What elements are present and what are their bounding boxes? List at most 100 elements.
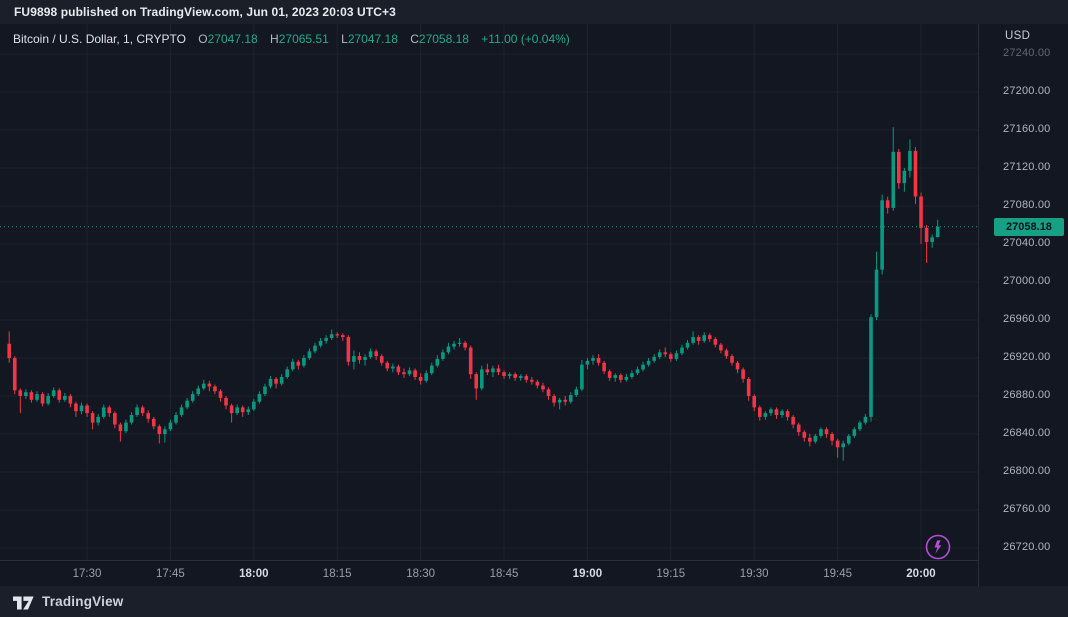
candle-body <box>630 373 634 377</box>
candle-body <box>269 379 273 387</box>
candle-body <box>35 394 39 400</box>
candle-body <box>135 407 139 415</box>
candle-body <box>769 409 773 413</box>
candle-body <box>714 339 718 345</box>
candle-body <box>213 387 217 392</box>
open-value: 27047.18 <box>208 32 258 46</box>
candle-body <box>80 406 84 412</box>
high-label: H <box>270 32 279 46</box>
candle-body <box>57 390 61 400</box>
candle-body <box>313 346 317 352</box>
tradingview-snapshot: { "top_bar": { "text": "FU9898 published… <box>0 0 1068 617</box>
candle-body <box>675 353 679 359</box>
candle-body <box>875 270 879 318</box>
candle-body <box>775 409 779 415</box>
candle-body <box>719 345 723 351</box>
candle-body <box>374 351 378 356</box>
candle-body <box>903 171 907 183</box>
candle-body <box>430 366 434 374</box>
time-axis-label: 17:45 <box>156 561 185 587</box>
candle-body <box>185 401 189 408</box>
candle-body <box>141 407 145 413</box>
candle-body <box>385 363 389 369</box>
candle-body <box>424 373 428 381</box>
candle-body <box>663 352 667 354</box>
time-axis-label: 18:45 <box>490 561 519 587</box>
time-axis-label: 19:30 <box>740 561 769 587</box>
time-axis-label: 19:00 <box>573 561 602 587</box>
candle-body <box>146 413 150 419</box>
publish-info-text: FU9898 published on TradingView.com, Jun… <box>14 5 396 19</box>
time-axis[interactable]: 17:3017:4518:0018:1518:3018:4519:0019:15… <box>0 560 978 586</box>
low-label: L <box>341 32 348 46</box>
candle-body <box>107 407 111 413</box>
candle-body <box>158 426 162 434</box>
candle-body <box>814 436 818 442</box>
price-axis-label: 26880.00 <box>1003 389 1063 401</box>
candle-body <box>741 369 745 379</box>
candle-body <box>658 352 662 357</box>
candle-body <box>352 356 356 362</box>
realtime-lightning-button[interactable] <box>924 533 952 561</box>
candle-body <box>836 441 840 448</box>
candle-body <box>569 395 573 402</box>
candle-body <box>491 368 495 372</box>
change-value: +11.00 (+0.04%) <box>481 32 570 46</box>
candle-body <box>486 369 490 372</box>
tradingview-logo-link[interactable]: TradingView <box>13 593 123 611</box>
candle-body <box>508 374 512 376</box>
candle-body <box>308 351 312 358</box>
candle-body <box>335 334 339 335</box>
candle-body <box>30 392 34 400</box>
candle-body <box>625 377 629 380</box>
candle-body <box>786 411 790 417</box>
candle-body <box>130 415 134 423</box>
candle-body <box>447 347 451 353</box>
candle-body <box>241 407 245 412</box>
candle-body <box>808 438 812 442</box>
candles-layer <box>7 127 939 460</box>
candle-body <box>547 389 551 396</box>
candle-body <box>391 367 395 369</box>
candle-body <box>474 374 478 388</box>
price-axis-label: 27240.00 <box>1003 47 1063 59</box>
candle-body <box>586 361 590 365</box>
time-axis-label: 19:45 <box>823 561 852 587</box>
candle-body <box>297 362 301 366</box>
candle-body <box>524 376 528 380</box>
chart-plot-area[interactable] <box>0 24 978 560</box>
candle-body <box>235 407 239 413</box>
candle-body <box>897 152 901 183</box>
candle-body <box>41 394 45 404</box>
candle-body <box>246 409 250 412</box>
candle-body <box>519 376 523 378</box>
candle-body <box>285 369 289 377</box>
candle-body <box>85 406 89 414</box>
candle-body <box>74 404 78 412</box>
candle-body <box>869 317 873 417</box>
open-label: O <box>198 32 207 46</box>
candle-body <box>725 350 729 356</box>
candle-body <box>613 375 617 378</box>
candlestick-svg <box>0 24 978 560</box>
candle-body <box>563 400 567 402</box>
candle-body <box>180 407 184 415</box>
candle-body <box>302 358 306 366</box>
time-axis-label: 18:15 <box>323 561 352 587</box>
price-axis-label: 27080.00 <box>1003 199 1063 211</box>
candle-body <box>96 417 100 423</box>
candle-body <box>669 354 673 359</box>
candle-body <box>847 436 851 444</box>
price-axis-label: 26920.00 <box>1003 351 1063 363</box>
price-axis-label: 27000.00 <box>1003 275 1063 287</box>
price-axis-label: 27040.00 <box>1003 237 1063 249</box>
symbol-legend: Bitcoin / U.S. Dollar, 1, CRYPTO O27047.… <box>13 32 570 46</box>
price-axis[interactable]: USD 27058.18 27240.0027200.0027160.00271… <box>978 24 1068 586</box>
candle-body <box>13 358 17 390</box>
candle-body <box>91 413 95 423</box>
price-axis-label: 27120.00 <box>1003 161 1063 173</box>
candle-body <box>930 237 934 242</box>
low-value: 27047.18 <box>348 32 398 46</box>
candle-body <box>541 386 545 390</box>
candle-body <box>252 402 256 410</box>
